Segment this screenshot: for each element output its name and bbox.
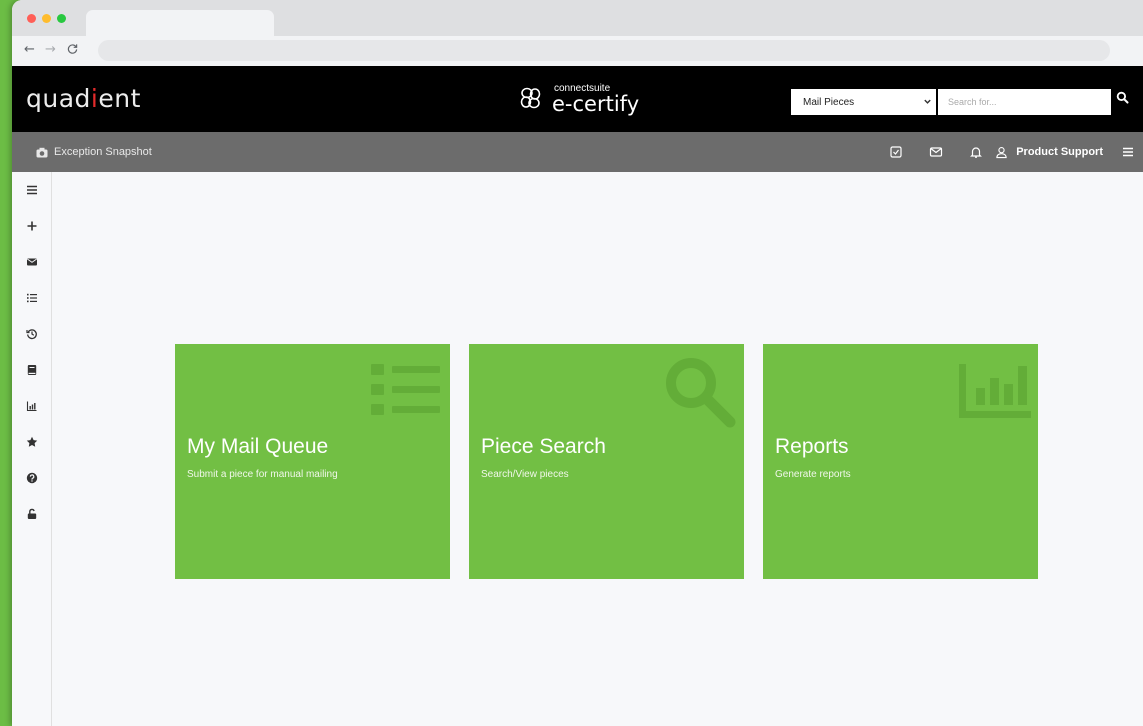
- brand-name: e-certify: [552, 91, 640, 116]
- exception-snapshot-label: Exception Snapshot: [54, 146, 152, 158]
- forward-icon[interactable]: →: [45, 42, 56, 57]
- search-input[interactable]: [938, 89, 1111, 115]
- chart-icon: [26, 401, 37, 412]
- user-icon: [996, 146, 1007, 158]
- tile-title: My Mail Queue: [187, 435, 329, 458]
- book-icon: [27, 365, 37, 375]
- sidebar-item-favorites[interactable]: [12, 424, 52, 460]
- search-type-value: Mail Pieces: [803, 96, 855, 108]
- sidebar: [12, 172, 52, 726]
- tile-subtitle: Submit a piece for manual mailing: [187, 469, 338, 480]
- sidebar-item-book[interactable]: [12, 352, 52, 388]
- star-icon: [26, 436, 38, 447]
- tile-reports[interactable]: Reports Generate reports: [763, 344, 1038, 579]
- user-menu[interactable]: Product Support: [995, 146, 1103, 159]
- camera-icon: [36, 147, 48, 157]
- ecertify-logo-icon: [520, 87, 541, 109]
- browser-window: ← → quadient connectsuite e-certify Mail…: [12, 0, 1143, 726]
- plus-icon: [27, 221, 37, 231]
- subheader-bar: Exception Snapshot Product Support: [12, 132, 1143, 172]
- search-type-select[interactable]: Mail Pieces: [791, 89, 936, 115]
- tile-piece-search[interactable]: Piece Search Search/View pieces: [469, 344, 744, 579]
- sidebar-item-menu[interactable]: [12, 172, 52, 208]
- sidebar-item-add[interactable]: [12, 208, 52, 244]
- help-icon: [26, 472, 38, 484]
- search-button[interactable]: [1116, 91, 1134, 111]
- address-bar: ← →: [12, 36, 1143, 66]
- search-icon: [666, 358, 736, 428]
- back-icon[interactable]: ←: [24, 42, 35, 57]
- sidebar-item-mail[interactable]: [12, 244, 52, 280]
- reload-icon[interactable]: [67, 43, 78, 57]
- search-icon: [1116, 91, 1129, 104]
- list-icon: [371, 364, 440, 415]
- browser-tab[interactable]: [86, 10, 274, 36]
- menu-icon[interactable]: [1121, 145, 1135, 159]
- tile-title: Piece Search: [481, 435, 606, 458]
- user-name: Product Support: [1016, 146, 1103, 158]
- app-header: quadient connectsuite e-certify Mail Pie…: [12, 66, 1143, 132]
- checkbox-icon[interactable]: [889, 145, 903, 159]
- quadient-logo[interactable]: quadient: [26, 84, 141, 113]
- sidebar-item-lock[interactable]: [12, 496, 52, 532]
- tile-subtitle: Generate reports: [775, 469, 851, 480]
- bar-chart-icon: [959, 364, 1031, 418]
- sidebar-item-reports[interactable]: [12, 388, 52, 424]
- browser-tab-strip: [12, 0, 1143, 36]
- envelope-icon[interactable]: [929, 145, 943, 159]
- minimize-window-button[interactable]: [42, 14, 51, 23]
- sidebar-item-history[interactable]: [12, 316, 52, 352]
- sidebar-item-list[interactable]: [12, 280, 52, 316]
- envelope-icon: [27, 258, 37, 266]
- exception-snapshot-link[interactable]: Exception Snapshot: [36, 146, 152, 158]
- window-controls: [27, 14, 66, 23]
- unlock-icon: [27, 508, 37, 519]
- menu-icon: [27, 185, 37, 195]
- header-actions: Product Support: [889, 132, 1143, 172]
- history-icon: [26, 329, 37, 340]
- bell-icon[interactable]: [969, 145, 983, 159]
- sidebar-item-help[interactable]: [12, 460, 52, 496]
- tile-subtitle: Search/View pieces: [481, 469, 569, 480]
- tile-title: Reports: [775, 435, 849, 458]
- list-icon: [27, 293, 37, 303]
- chevron-down-icon: [923, 97, 932, 108]
- maximize-window-button[interactable]: [57, 14, 66, 23]
- tile-my-mail-queue[interactable]: My Mail Queue Submit a piece for manual …: [175, 344, 450, 579]
- close-window-button[interactable]: [27, 14, 36, 23]
- ecertify-brand: connectsuite e-certify: [514, 82, 639, 116]
- url-field[interactable]: [98, 40, 1110, 61]
